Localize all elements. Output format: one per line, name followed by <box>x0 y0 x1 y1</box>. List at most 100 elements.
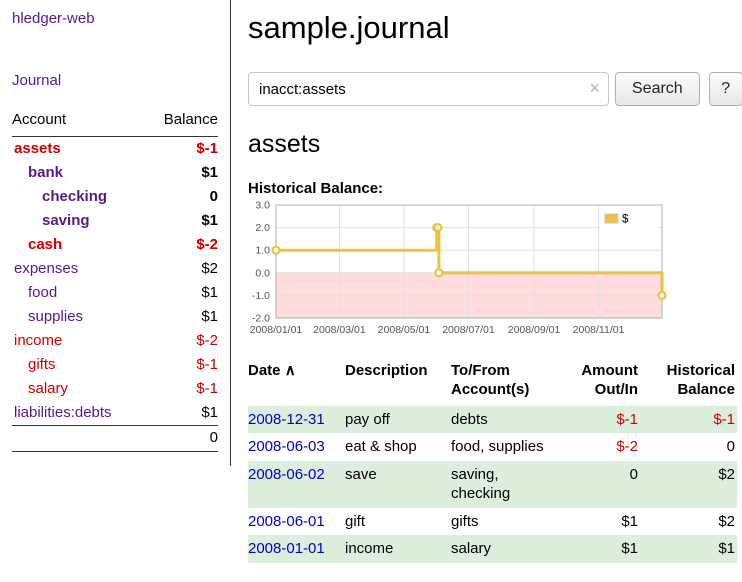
transaction-description: income <box>345 535 451 563</box>
register-table: Date ∧ Description To/From Account(s) Am… <box>248 362 737 563</box>
account-balance-expenses: $2 <box>145 257 218 281</box>
account-row-cash: cash $-2 <box>12 233 218 257</box>
search-input[interactable] <box>248 72 609 106</box>
register-header-date[interactable]: Date ∧ <box>248 362 345 406</box>
transaction-date-link[interactable]: 2008-12-31 <box>248 411 325 428</box>
accounts-header-account: Account <box>12 107 145 137</box>
account-balance-saving: $1 <box>145 209 218 233</box>
app-title-link[interactable]: hledger-web <box>12 10 218 27</box>
transaction-balance: 0 <box>640 433 737 461</box>
transaction-date-link[interactable]: 2008-06-03 <box>248 438 325 455</box>
account-link-saving[interactable]: saving <box>42 212 90 229</box>
transaction-accounts: debts <box>451 406 557 434</box>
register-row: 2008-01-01 income salary $1 $1 <box>248 535 737 563</box>
svg-text:2008/03/01: 2008/03/01 <box>313 324 366 336</box>
account-balance-bank: $1 <box>145 161 218 185</box>
svg-text:2008/01/01: 2008/01/01 <box>250 324 303 336</box>
account-balance-assets: $-1 <box>145 137 218 162</box>
account-row-food: food $1 <box>12 281 218 305</box>
register-header-amount: Amount Out/In <box>557 362 640 406</box>
transaction-amount: $1 <box>557 535 640 563</box>
transaction-balance: $2 <box>640 508 737 536</box>
transaction-balance: $2 <box>640 461 737 508</box>
account-row-expenses: expenses $2 <box>12 257 218 281</box>
account-row-assets: assets $-1 <box>12 137 218 162</box>
help-button[interactable]: ? <box>709 72 742 106</box>
historical-balance-chart: 3.02.01.00.0-1.0-2.02008/01/012008/03/01… <box>248 200 742 352</box>
account-balance-liabilities-debts: $1 <box>145 401 218 426</box>
accounts-header-balance: Balance <box>145 107 218 137</box>
chart-container: 3.02.01.00.0-1.0-2.02008/01/012008/03/01… <box>248 200 742 352</box>
svg-text:2008/05/01: 2008/05/01 <box>378 324 431 336</box>
svg-text:2008/09/01: 2008/09/01 <box>508 324 561 336</box>
transaction-balance: $1 <box>640 535 737 563</box>
svg-text:-2.0: -2.0 <box>252 313 270 325</box>
account-link-food[interactable]: food <box>28 284 57 301</box>
account-row-liabilities-debts: liabilities:debts $1 <box>12 401 218 426</box>
register-row: 2008-12-31 pay off debts $-1 $-1 <box>248 406 737 434</box>
account-balance-gifts: $-1 <box>145 353 218 377</box>
svg-text:1.0: 1.0 <box>255 245 270 257</box>
account-balance-checking: 0 <box>145 185 218 209</box>
account-balance-salary: $-1 <box>145 377 218 401</box>
account-link-gifts[interactable]: gifts <box>28 356 56 373</box>
register-row: 2008-06-03 eat & shop food, supplies $-2… <box>248 433 737 461</box>
transaction-amount: 0 <box>557 461 640 508</box>
transaction-date-link[interactable]: 2008-01-01 <box>248 540 325 557</box>
account-link-assets[interactable]: assets <box>14 140 61 157</box>
account-link-checking[interactable]: checking <box>42 188 107 205</box>
transaction-amount: $1 <box>557 508 640 536</box>
account-heading: assets <box>248 130 742 159</box>
account-row-supplies: supplies $1 <box>12 305 218 329</box>
account-balance-food: $1 <box>145 281 218 305</box>
transaction-balance: $-1 <box>640 406 737 434</box>
register-header-row: Date ∧ Description To/From Account(s) Am… <box>248 362 737 406</box>
account-link-liabilities-debts[interactable]: liabilities:debts <box>14 404 112 421</box>
transaction-date-link[interactable]: 2008-06-02 <box>248 466 325 483</box>
clear-search-icon[interactable]: × <box>589 78 600 98</box>
account-row-checking: checking 0 <box>12 185 218 209</box>
search-bar: × Search ? <box>248 72 742 106</box>
account-link-bank[interactable]: bank <box>28 164 63 181</box>
page-title: sample.journal <box>248 10 742 46</box>
transaction-accounts: food, supplies <box>451 433 557 461</box>
svg-text:-1.0: -1.0 <box>252 290 270 302</box>
svg-text:2008/11/01: 2008/11/01 <box>573 324 625 336</box>
sidebar-item-journal[interactable]: Journal <box>12 72 218 89</box>
accounts-header-row: Account Balance <box>12 107 218 137</box>
account-row-salary: salary $-1 <box>12 377 218 401</box>
account-balance-cash: $-2 <box>145 233 218 257</box>
sort-ascending-icon: ∧ <box>285 362 296 379</box>
accounts-table: Account Balance assets $-1 bank $1 check… <box>12 107 218 452</box>
account-link-expenses[interactable]: expenses <box>14 260 78 277</box>
main-content: sample.journal × Search ? assets Histori… <box>231 0 742 563</box>
svg-text:0.0: 0.0 <box>255 267 270 279</box>
transaction-description: eat & shop <box>345 433 451 461</box>
transaction-amount: $-1 <box>557 406 640 434</box>
register-row: 2008-06-02 save saving, checking 0 $2 <box>248 461 737 508</box>
transaction-description: pay off <box>345 406 451 434</box>
accounts-total-value: 0 <box>145 426 218 452</box>
register-header-balance: Historical Balance <box>640 362 737 406</box>
register-header-account: To/From Account(s) <box>451 362 557 406</box>
svg-text:2008/07/01: 2008/07/01 <box>442 324 495 336</box>
accounts-total-row: 0 <box>12 426 218 452</box>
account-link-salary[interactable]: salary <box>28 380 68 397</box>
transaction-date-link[interactable]: 2008-06-01 <box>248 513 325 530</box>
account-balance-supplies: $1 <box>145 305 218 329</box>
search-button[interactable]: Search <box>615 72 700 106</box>
account-link-cash[interactable]: cash <box>28 236 62 253</box>
transaction-amount: $-2 <box>557 433 640 461</box>
svg-text:2.0: 2.0 <box>255 222 270 234</box>
transaction-description: save <box>345 461 451 508</box>
register-row: 2008-06-01 gift gifts $1 $2 <box>248 508 737 536</box>
account-link-supplies[interactable]: supplies <box>28 308 83 325</box>
chart-title: Historical Balance: <box>248 180 742 197</box>
account-row-income: income $-2 <box>12 329 218 353</box>
account-row-saving: saving $1 <box>12 209 218 233</box>
account-link-income[interactable]: income <box>14 332 62 349</box>
register-header-description: Description <box>345 362 451 406</box>
svg-text:$: $ <box>622 214 629 226</box>
account-balance-income: $-2 <box>145 329 218 353</box>
transaction-accounts: gifts <box>451 508 557 536</box>
